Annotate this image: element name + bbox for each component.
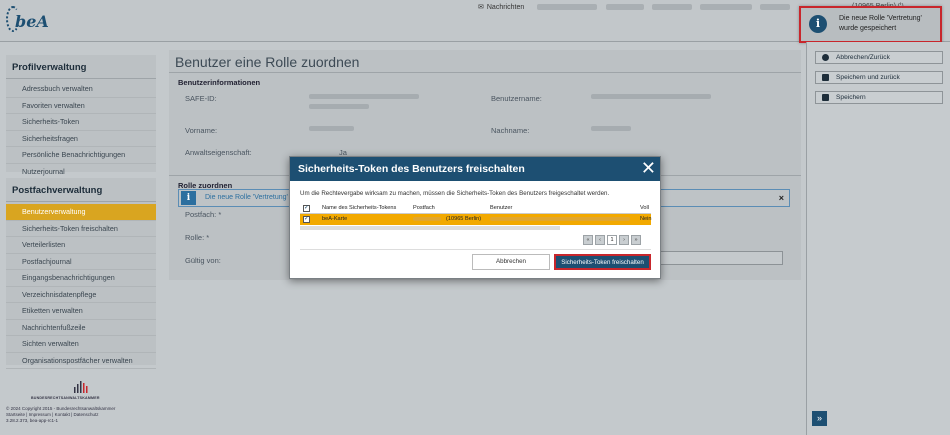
brak-org-name: BUNDESRECHTSANWALTSKAMMER xyxy=(31,396,100,400)
back-icon xyxy=(822,54,829,61)
close-icon[interactable]: × xyxy=(779,193,784,203)
sidebar: Profilverwaltung Adressbuch verwalten Fa… xyxy=(0,50,162,435)
sidebar-item-favorites[interactable]: Favoriten verwalten xyxy=(6,98,156,114)
user-info-title: Benutzerinformationen xyxy=(178,78,261,87)
dialog-title: Sicherheits-Token des Benutzers freischa… xyxy=(298,163,525,175)
cancel-back-label: Abbrechen/Zurück xyxy=(836,54,890,61)
firstname-label: Vorname: xyxy=(185,126,218,135)
pagination: « ‹ 1 › » xyxy=(583,235,641,245)
redacted-user xyxy=(490,217,630,221)
row-checkbox[interactable]: ✓ xyxy=(303,216,310,223)
select-all-checkbox[interactable]: ✓ xyxy=(303,205,310,212)
floppy-icon xyxy=(822,74,829,81)
column-header[interactable]: Benutzer xyxy=(490,203,512,214)
postbox-nav: Postfachverwaltung Benutzerverwaltung Si… xyxy=(6,178,156,369)
column-header[interactable]: Postfach xyxy=(413,203,435,214)
sidebar-item-directory-data[interactable]: Verzeichnisdatenpflege xyxy=(6,287,156,303)
lastname-label: Nachname: xyxy=(491,126,530,135)
messages-label: Nachrichten xyxy=(486,3,525,11)
dialog-divider xyxy=(300,249,651,250)
sidebar-item-security-questions[interactable]: Sicherheitsfragen xyxy=(6,131,156,147)
toast-text: Die neue Rolle 'Vertretung' wurde gespei… xyxy=(839,15,922,32)
token-table: ✓ Name des Sicherheits-Tokens Postfach B… xyxy=(300,203,652,230)
close-icon[interactable]: ✕ xyxy=(641,157,656,179)
column-header[interactable]: Voll xyxy=(640,203,649,214)
save-and-back-button[interactable]: Speichern und zurück xyxy=(815,71,943,84)
redacted-menu-item[interactable] xyxy=(606,4,644,10)
success-toast: i Die neue Rolle 'Vertretung' wurde gesp… xyxy=(799,6,942,43)
sidebar-item-user-management[interactable]: Benutzerverwaltung xyxy=(6,204,156,221)
first-page-button[interactable]: « xyxy=(583,235,593,245)
sidebar-item-org-postboxes[interactable]: Organisationspostfächer verwalten xyxy=(6,353,156,369)
cancel-button[interactable]: Abbrechen xyxy=(472,254,550,270)
redacted-menu-item[interactable] xyxy=(652,4,692,10)
table-row[interactable]: ✓ beA-Karte (10965 Berlin) Nein xyxy=(300,214,652,225)
cancel-back-button[interactable]: Abbrechen/Zurück xyxy=(815,51,943,64)
safe-id-value xyxy=(309,104,369,109)
redacted-menu-item[interactable] xyxy=(760,4,790,10)
dialog-header: Sicherheits-Token des Benutzers freischa… xyxy=(290,157,660,181)
brak-logo-icon xyxy=(74,381,88,393)
next-page-button[interactable]: › xyxy=(619,235,629,245)
envelope-icon: ✉ xyxy=(478,4,484,11)
full-access-value: Nein xyxy=(640,216,652,222)
unlock-token-dialog: Sicherheits-Token des Benutzers freischa… xyxy=(289,156,661,279)
redacted-menu-item[interactable] xyxy=(700,4,752,10)
sidebar-item-unlock-token[interactable]: Sicherheits-Token freischalten xyxy=(6,221,156,237)
postbox-name: (10965 Berlin) xyxy=(446,216,482,222)
table-header: ✓ Name des Sicherheits-Tokens Postfach B… xyxy=(300,203,651,214)
safe-id-value xyxy=(309,94,419,99)
version: 3.28.2.373, bea-app-rc1-1 xyxy=(6,418,59,423)
messages-link[interactable]: ✉ Nachrichten xyxy=(478,3,525,12)
postbox-label: Postfach: * xyxy=(185,210,222,219)
redacted-postbox xyxy=(413,217,441,221)
save-button[interactable]: Speichern xyxy=(815,91,943,104)
redacted-menu-item[interactable] xyxy=(537,4,597,10)
save-label: Speichern xyxy=(836,94,866,101)
dialog-description: Um die Rechtevergabe wirksam zu machen, … xyxy=(300,190,610,197)
info-icon: i xyxy=(181,191,196,205)
valid-until-input[interactable] xyxy=(659,251,783,265)
footer-text: © 2024 Copyright 2015 - Bundesrechtsanwa… xyxy=(6,406,115,424)
token-name: beA-Karte xyxy=(322,216,348,222)
bea-logo[interactable]: beA xyxy=(6,6,56,36)
sidebar-item-distribution-lists[interactable]: Verteilerlisten xyxy=(6,237,156,254)
action-panel: Abbrechen/Zurück Speichern und zurück Sp… xyxy=(806,42,950,435)
postbox-nav-title: Postfachverwaltung xyxy=(6,178,156,202)
page-title: Benutzer eine Rolle zuordnen xyxy=(169,50,801,73)
info-icon: i xyxy=(809,15,827,33)
column-header[interactable]: Name des Sicherheits-Tokens xyxy=(322,203,396,214)
role-label: Rolle: * xyxy=(185,233,210,242)
sidebar-item-postbox-journal[interactable]: Postfachjournal xyxy=(6,254,156,270)
sidebar-item-inbox-notifications[interactable]: Eingangsbenachrichtigungen xyxy=(6,270,156,287)
sidebar-item-addressbook[interactable]: Adressbuch verwalten xyxy=(6,81,156,98)
valid-from-label: Gültig von: xyxy=(185,256,221,265)
prev-page-button[interactable]: ‹ xyxy=(595,235,605,245)
username-value xyxy=(591,94,711,99)
sidebar-item-views[interactable]: Sichten verwalten xyxy=(6,336,156,353)
floppy-icon xyxy=(822,94,829,101)
safe-id-label: SAFE-ID: xyxy=(185,94,217,103)
current-page[interactable]: 1 xyxy=(607,235,617,245)
unlock-token-button[interactable]: Sicherheits-Token freischalten xyxy=(554,254,651,270)
profile-nav: Profilverwaltung Adressbuch verwalten Fa… xyxy=(6,55,156,180)
profile-nav-title: Profilverwaltung xyxy=(6,55,156,79)
sidebar-item-personal-notifications[interactable]: Persönliche Benachrichtigungen xyxy=(6,147,156,164)
horizontal-scrollbar[interactable] xyxy=(300,226,560,230)
save-and-back-label: Speichern und zurück xyxy=(836,74,900,81)
sidebar-item-labels[interactable]: Etiketten verwalten xyxy=(6,303,156,320)
firstname-value xyxy=(309,126,354,131)
last-page-button[interactable]: » xyxy=(631,235,641,245)
logo-text: beA xyxy=(15,12,49,31)
lastname-value xyxy=(591,126,631,131)
username-label: Benutzername: xyxy=(491,94,542,103)
sidebar-item-security-token[interactable]: Sicherheits-Token xyxy=(6,114,156,131)
sidebar-item-message-footer[interactable]: Nachrichtenfußzeile xyxy=(6,320,156,336)
lawyer-label: Anwaltseigenschaft: xyxy=(185,148,252,157)
expand-panel-button[interactable]: » xyxy=(812,411,827,426)
